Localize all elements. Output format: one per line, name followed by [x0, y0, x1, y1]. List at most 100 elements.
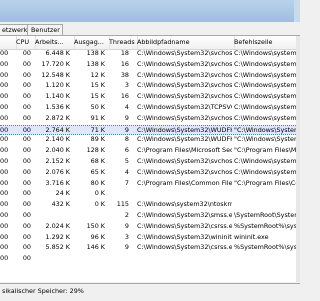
table-row[interactable]: 00 00 1.140 K 15 K 16 C:\Windows\System32\svc… — [0, 92, 296, 101]
cell-threads: 16 — [120, 59, 129, 68]
cell-paged-pool: 50 K — [90, 103, 105, 111]
cell-paged-pool: 89 K — [90, 135, 105, 144]
table-row[interactable]: 00 00 2.040 K 128 K 6 C:\Program Files\Micros… — [0, 146, 296, 155]
table-row[interactable]: 00 00 432 K 0 K 115 C:\Windows\system32\ntosk… — [0, 200, 296, 209]
cell-working-set: 1.140 K — [45, 92, 70, 101]
cell-col0: 00 — [0, 232, 9, 241]
cell-cpu: 00 — [22, 81, 31, 90]
cell-command-line: "C:\Program Files\Microsof — [234, 146, 296, 155]
cell-working-set: 432 K — [51, 200, 70, 209]
cell-threads: 4 — [124, 103, 129, 111]
cell-col0: 00 — [0, 157, 9, 165]
cell-working-set: 24 K — [55, 189, 70, 198]
tab-strip: etzwerk Benutzer — [0, 22, 300, 36]
table-row[interactable]: 00 00 2.152 K 68 K 5 C:\Windows\System32\svch… — [0, 157, 296, 166]
cell-threads: 5 — [124, 157, 129, 165]
cell-image-path: C:\Windows\System32\csrss.exe — [137, 243, 232, 252]
cell-cpu: 00 — [22, 135, 31, 144]
cell-command-line: "C:\Windows\System32\WUDF — [234, 125, 296, 134]
cell-cpu: 00 — [22, 70, 31, 79]
cell-col0: 00 — [0, 221, 9, 230]
cell-working-set: 2.764 K — [45, 125, 70, 134]
tab-users[interactable]: Benutzer — [27, 24, 63, 35]
column-header-image-path[interactable]: Abbildpfadname — [135, 36, 235, 49]
cell-working-set: 2.040 K — [45, 146, 70, 155]
table-row[interactable]: 00 00 2.140 K 89 K 8 C:\Windows\System32\WUDF… — [0, 135, 296, 144]
cell-paged-pool: 71 K — [90, 125, 105, 134]
cell-paged-pool: 128 K — [86, 146, 105, 155]
table-row[interactable]: 00 00 1.120 K 15 K 3 C:\Windows\System32\svch… — [0, 81, 296, 90]
cell-paged-pool: 68 K — [90, 157, 105, 165]
cell-col0: 00 — [0, 146, 9, 155]
cell-paged-pool: 138 K — [86, 59, 105, 68]
table-row[interactable]: 00 00 6.448 K 138 K 18 C:\Windows\System32\sv… — [0, 49, 296, 58]
cell-image-path: C:\Windows\System32\svchost.exe — [137, 59, 232, 68]
cell-cpu: 00 — [22, 146, 31, 155]
table-row[interactable]: 00 00 24 K 0 K — [0, 189, 296, 198]
cell-image-path: C:\Windows\System32\svchost.exe — [137, 167, 232, 176]
cell-image-path: C:\Windows\System32\csrss.exe — [137, 221, 232, 230]
cell-command-line: C:\Windows\system32\svchost — [234, 167, 296, 176]
cell-col0: 00 — [0, 49, 9, 57]
cell-threads: 2 — [124, 211, 129, 219]
cell-image-path: C:\Windows\System32\smss.exe — [137, 211, 232, 219]
table-row[interactable]: 00 00 — [0, 254, 296, 263]
column-header-command-line[interactable]: Befehlszeile — [232, 36, 296, 49]
table-row[interactable]: 00 00 2.024 K 150 K 9 C:\Windows\System32\csr… — [0, 222, 296, 231]
table-row[interactable]: 00 00 5.852 K 146 K 9 C:\Windows\System32\csr… — [0, 243, 296, 252]
cell-cpu: 00 — [22, 200, 31, 209]
cell-threads: 4 — [124, 167, 129, 176]
column-header-threads[interactable]: Threads — [107, 36, 138, 49]
cell-working-set: 6.448 K — [45, 49, 70, 57]
table-row[interactable]: 00 00 12.548 K 12 K 38 C:\Windows\System32\sv… — [0, 71, 296, 80]
cell-col0: 00 — [0, 103, 9, 111]
cell-paged-pool: 65 K — [90, 167, 105, 176]
cell-image-path: C:\Program Files\Common Files\Mic... — [137, 178, 232, 187]
window-title-bar — [0, 0, 300, 23]
cell-paged-pool: 80 K — [90, 178, 105, 187]
column-header-paged-pool[interactable]: Ausgag... — [72, 36, 110, 49]
column-header-working-set[interactable]: Arbeits... — [33, 36, 75, 49]
cell-working-set: 2.076 K — [45, 167, 70, 176]
cell-cpu: 00 — [22, 167, 31, 176]
cell-col0: 00 — [0, 189, 9, 198]
cell-threads: 18 — [120, 49, 129, 57]
cell-command-line: C:\Windows\system32\TCPSV — [234, 103, 296, 111]
cell-cpu: 00 — [22, 243, 31, 252]
table-row[interactable]: 00 00 1.536 K 50 K 4 C:\Windows\System32\TCPS… — [0, 103, 296, 112]
cell-threads: 6 — [124, 146, 129, 155]
table-row[interactable]: 00 00 3.716 K 80 K 7 C:\Program Files\Common … — [0, 179, 296, 188]
table-row[interactable]: 00 00 1.292 K 96 K 3 C:\Windows\System32\wini… — [0, 233, 296, 242]
cell-image-path: C:\Windows\System32\svchost.exe — [137, 157, 232, 165]
cell-paged-pool: 150 K — [86, 221, 105, 230]
cell-cpu: 00 — [22, 211, 31, 219]
cell-col0: 00 — [0, 70, 9, 79]
cell-image-path: C:\Windows\System32\TCPSVCS.EXE — [137, 103, 232, 111]
cell-working-set: 1.120 K — [45, 81, 70, 90]
cell-paged-pool: 138 K — [86, 49, 105, 57]
table-row[interactable]: 00 00 2.764 K 71 K 9 C:\Windows\System32\WUDF… — [0, 124, 296, 135]
physical-memory-status: sikalischer Speicher: 29% — [2, 287, 84, 295]
cell-paged-pool: 146 K — [86, 243, 105, 252]
cell-threads: 16 — [120, 92, 129, 101]
tab-network[interactable]: etzwerk — [0, 24, 30, 35]
table-row[interactable]: 00 00 2.076 K 65 K 4 C:\Windows\System32\svch… — [0, 168, 296, 177]
cell-paged-pool: 12 K — [90, 70, 105, 79]
cell-cpu: 00 — [22, 178, 31, 187]
cell-working-set: 5.852 K — [45, 243, 70, 252]
cell-col0: 00 — [0, 125, 9, 134]
cell-command-line: C:\Windows\system32\svchost — [234, 81, 296, 90]
table-row[interactable]: 00 00 2 C:\Windows\System32\smss.exe \System… — [0, 211, 296, 220]
cell-col0: 00 — [0, 81, 9, 90]
cell-command-line: \SystemRoot\System32\smss — [234, 211, 296, 219]
cell-image-path: C:\Windows\System32\svchost.exe — [137, 92, 232, 101]
cell-working-set: 3.716 K — [45, 178, 70, 187]
cell-image-path: C:\Windows\System32\WUDFHost.... — [137, 125, 232, 134]
cell-image-path: C:\Windows\System32\WUDFHost.... — [137, 135, 232, 144]
cell-working-set: 2.140 K — [45, 135, 70, 144]
cell-col0: 00 — [0, 92, 9, 101]
cell-col0: 00 — [0, 200, 9, 209]
table-row[interactable]: 00 00 2.872 K 91 K 9 C:\Windows\System32\svch… — [0, 114, 296, 123]
table-row[interactable]: 00 00 17.720 K 138 K 16 C:\Windows\System32\s… — [0, 60, 296, 69]
vertical-scrollbar[interactable] — [296, 36, 300, 282]
